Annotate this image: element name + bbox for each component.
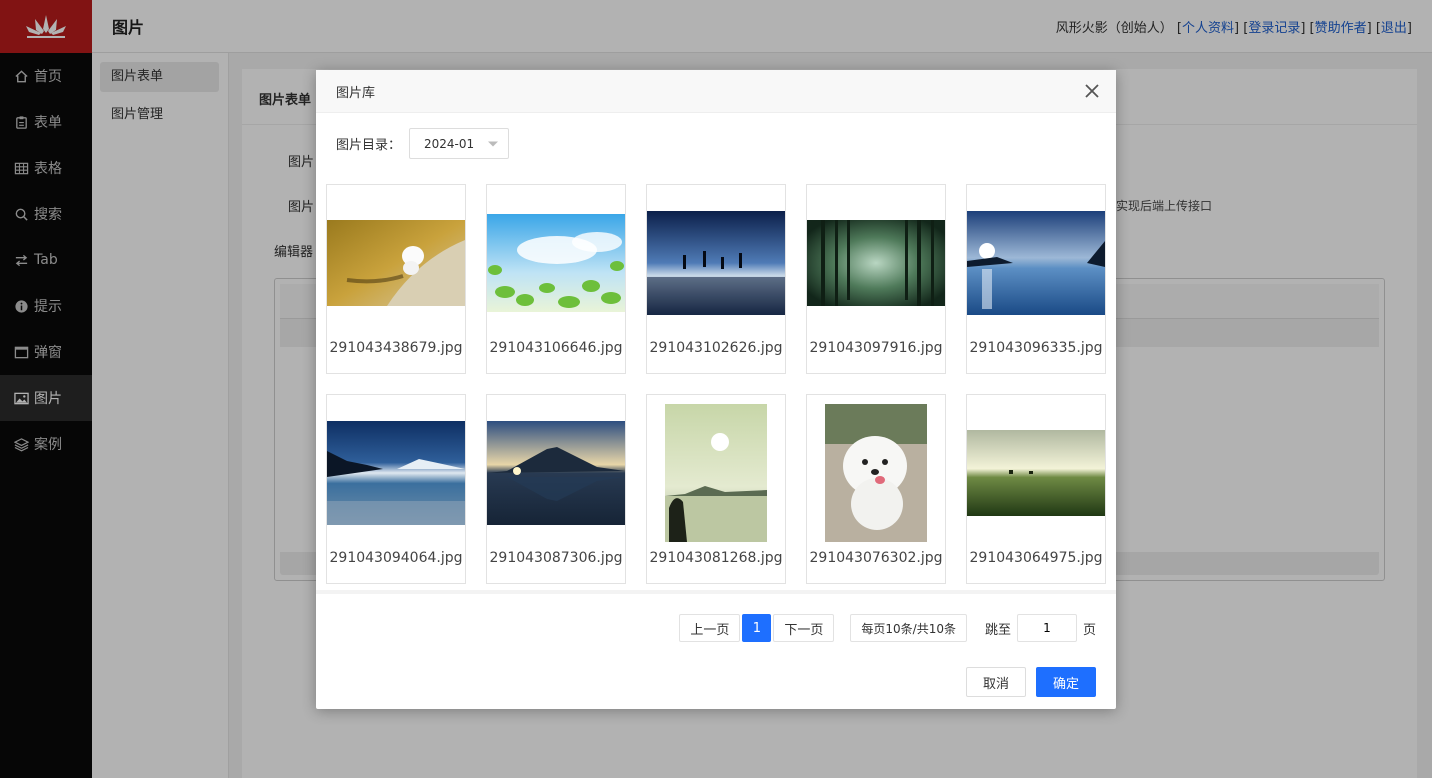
image-filename: 291043087306.jpg xyxy=(489,550,623,566)
modal-title: 图片库 xyxy=(336,85,376,101)
image-card[interactable]: 291043094064.jpg xyxy=(326,394,466,584)
image-filename: 291043064975.jpg xyxy=(969,550,1103,566)
image-filename: 291043106646.jpg xyxy=(489,340,623,356)
next-page-button[interactable]: 下一页 xyxy=(773,614,835,642)
image-thumbnail xyxy=(327,395,465,550)
jump-unit: 页 xyxy=(1082,622,1096,638)
image-filename: 291043438679.jpg xyxy=(329,340,463,356)
cancel-button[interactable]: 取消 xyxy=(966,667,1026,697)
modal-header: 图片库 xyxy=(316,70,1116,113)
image-thumbnail xyxy=(967,185,1105,340)
directory-row: 图片目录： 2024-01 xyxy=(336,128,510,159)
image-thumbnail xyxy=(487,185,625,340)
image-card[interactable]: 291043106646.jpg xyxy=(486,184,626,374)
image-thumbnail xyxy=(327,185,465,340)
confirm-button[interactable]: 确定 xyxy=(1036,667,1096,697)
image-thumbnail xyxy=(807,395,945,550)
image-card[interactable]: 291043102626.jpg xyxy=(646,184,786,374)
jump-label: 跳至 xyxy=(984,622,1011,638)
image-thumbnail xyxy=(647,395,785,550)
upload-note: 实现后端上传接口 xyxy=(1116,199,1213,213)
image-filename: 291043081268.jpg xyxy=(649,550,783,566)
image-card[interactable]: 291043097916.jpg xyxy=(806,184,946,374)
directory-value: 2024-01 xyxy=(424,136,475,151)
image-thumbnail xyxy=(807,185,945,340)
image-card[interactable]: 291043064975.jpg xyxy=(966,394,1106,584)
image-grid: 291043438679.jpg 291043106646.jpg 291043… xyxy=(326,184,1106,584)
close-button[interactable] xyxy=(1082,81,1102,101)
image-card[interactable]: 291043081268.jpg xyxy=(646,394,786,584)
page-1-button[interactable]: 1 xyxy=(742,614,772,642)
image-library-modal: 图片库 图片目录： 2024-01 291043438679.jpg 29104… xyxy=(316,70,1116,709)
image-card[interactable]: 291043076302.jpg xyxy=(806,394,946,584)
modal-footer: 取消 确定 xyxy=(966,667,1096,697)
directory-label: 图片目录： xyxy=(336,138,402,153)
modal-divider xyxy=(316,590,1116,594)
image-thumbnail xyxy=(487,395,625,550)
directory-select[interactable]: 2024-01 xyxy=(409,128,510,159)
image-filename: 291043097916.jpg xyxy=(809,340,943,356)
image-card[interactable]: 291043096335.jpg xyxy=(966,184,1106,374)
pagination: 上一页 1 下一页 每页10条/共10条 跳至 页 xyxy=(679,614,1096,642)
close-icon xyxy=(1085,84,1099,98)
chevron-down-icon xyxy=(488,141,499,146)
image-filename: 291043102626.jpg xyxy=(649,340,783,356)
image-filename: 291043096335.jpg xyxy=(969,340,1103,356)
image-thumbnail xyxy=(647,185,785,340)
image-card[interactable]: 291043087306.jpg xyxy=(486,394,626,584)
image-thumbnail xyxy=(967,395,1105,550)
prev-page-button[interactable]: 上一页 xyxy=(679,614,741,642)
image-filename: 291043076302.jpg xyxy=(809,550,943,566)
page-jump-input[interactable] xyxy=(1016,614,1077,642)
image-card[interactable]: 291043438679.jpg xyxy=(326,184,466,374)
page-size-info[interactable]: 每页10条/共10条 xyxy=(850,614,967,642)
image-filename: 291043094064.jpg xyxy=(329,550,463,566)
page-jump: 跳至 页 xyxy=(985,614,1096,642)
